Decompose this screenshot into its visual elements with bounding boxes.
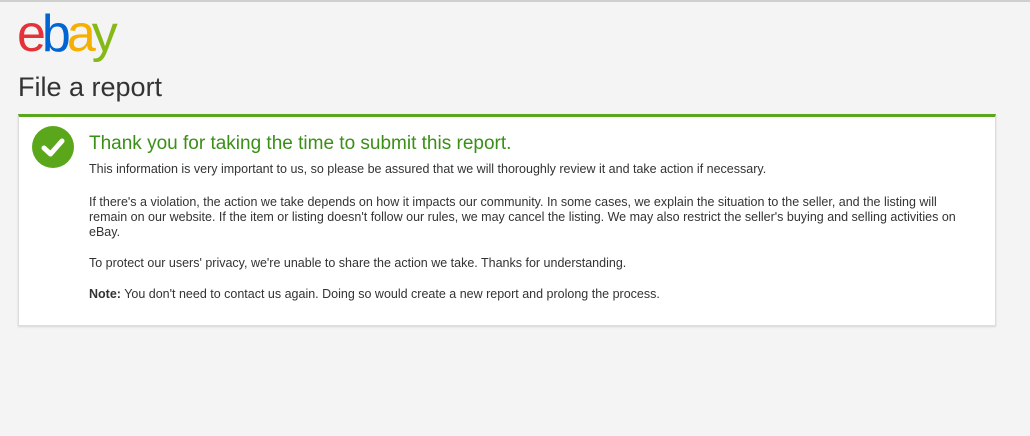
logo-letter-y: y [91,5,118,63]
confirmation-content: Thank you for taking the time to submit … [89,132,971,302]
logo-letter-e: e [17,5,46,63]
logo-letter-a: a [66,5,96,63]
confirmation-note: Note: You don't need to contact us again… [89,287,971,302]
ebay-logo[interactable]: ebay [17,5,118,64]
note-text: You don't need to contact us again. Doin… [124,287,660,301]
confirmation-paragraph-2: If there's a violation, the action we ta… [89,195,956,239]
confirmation-paragraph-1: This information is very important to us… [89,162,767,176]
confirmation-paragraph-3: To protect our users' privacy, we're una… [89,256,627,270]
page-title: File a report [18,72,163,102]
confirmation-heading: Thank you for taking the time to submit … [89,133,512,154]
checkmark-icon [32,126,74,168]
confirmation-panel: Thank you for taking the time to submit … [18,114,996,326]
logo-letter-b: b [41,5,71,63]
top-border [0,0,1030,2]
note-label: Note: [89,287,121,301]
